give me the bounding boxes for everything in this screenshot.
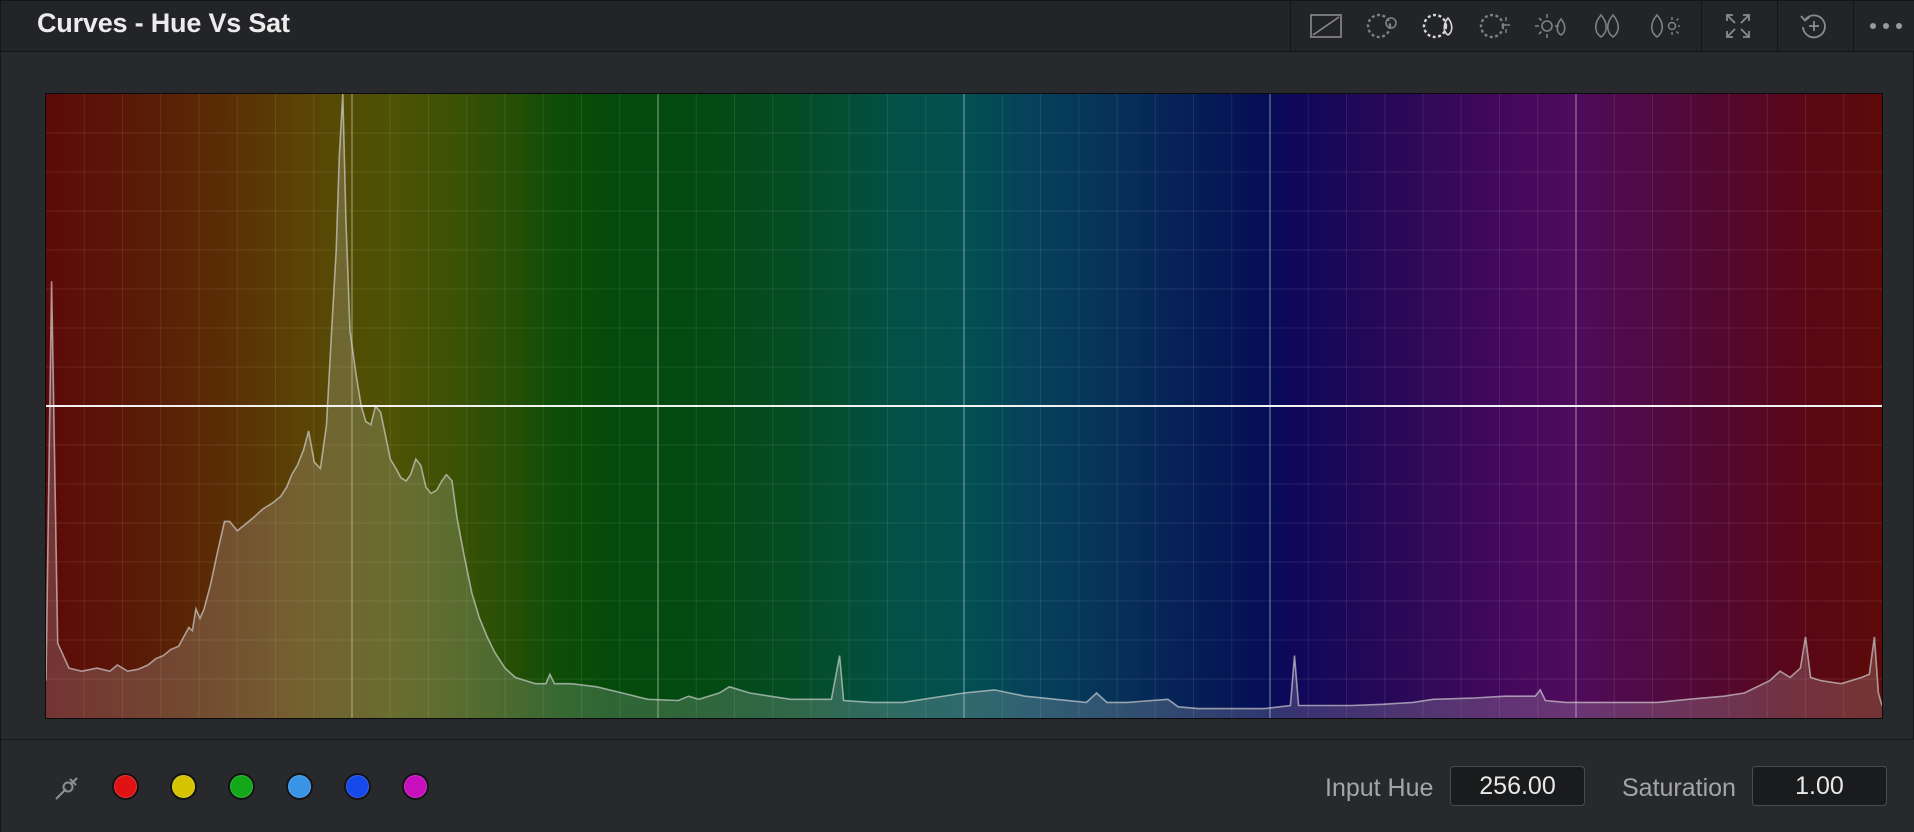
input-hue-label: Input Hue [1325, 774, 1434, 802]
expand-icon[interactable] [1718, 7, 1758, 45]
header-separator [1777, 1, 1778, 52]
lum-sat-icon[interactable] [1531, 7, 1571, 45]
hue-sat-icon[interactable] [1418, 7, 1458, 45]
hue-vs-sat-graph[interactable] [45, 93, 1883, 719]
header-separator [1853, 1, 1854, 52]
saturation-field[interactable]: 1.00 [1752, 766, 1887, 806]
curves-panel: Curves - Hue Vs Sat Input Hue 256.00 Sat… [0, 0, 1914, 832]
input-hue-field[interactable]: 256.00 [1450, 766, 1585, 806]
panel-title: Curves - Hue Vs Sat [37, 8, 290, 38]
color-swatch-red[interactable] [112, 773, 139, 800]
header-separator [1290, 1, 1291, 52]
panel-header: Curves - Hue Vs Sat [1, 1, 1914, 52]
saturation-label: Saturation [1622, 774, 1736, 802]
color-swatch-green[interactable] [228, 773, 255, 800]
color-swatch-blue[interactable] [344, 773, 371, 800]
hue-wheel-icon[interactable] [1362, 7, 1402, 45]
panel-footer: Input Hue 256.00 Saturation 1.00 [1, 739, 1914, 832]
reset-icon[interactable] [1794, 7, 1834, 45]
sat-lum-icon[interactable] [1643, 7, 1683, 45]
color-swatch-magenta[interactable] [402, 773, 429, 800]
hue-lum-icon[interactable] [1475, 7, 1515, 45]
color-swatch-cyan[interactable] [286, 773, 313, 800]
more-options-icon[interactable] [1861, 7, 1911, 45]
sat-sat-icon[interactable] [1587, 7, 1627, 45]
header-separator [1701, 1, 1702, 52]
curve-canvas[interactable] [46, 94, 1882, 718]
color-swatch-yellow[interactable] [170, 773, 197, 800]
curve-mode-icon[interactable] [1306, 7, 1346, 45]
eyedropper-icon[interactable] [51, 772, 83, 804]
